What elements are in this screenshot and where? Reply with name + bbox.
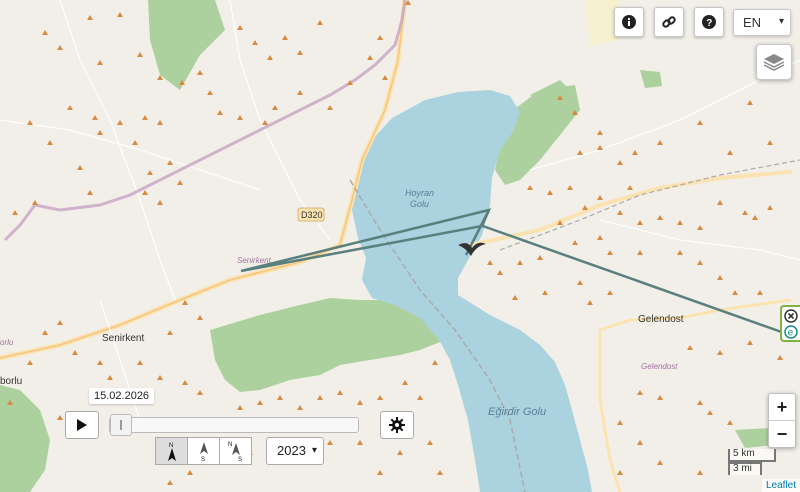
- road-label-d320: D320: [301, 210, 323, 220]
- north-up-button[interactable]: N: [155, 437, 188, 465]
- lake-label-hoyran-2: Golu: [410, 199, 429, 209]
- help-icon: ?: [702, 15, 716, 29]
- svg-text:?: ?: [706, 18, 712, 29]
- info-icon: [622, 15, 636, 29]
- gear-icon: [389, 417, 405, 433]
- svg-text:N: N: [169, 443, 173, 449]
- svg-text:S: S: [201, 457, 205, 462]
- timeline-slider[interactable]: [109, 414, 359, 436]
- link-button[interactable]: [654, 7, 684, 37]
- svg-text:N: N: [228, 442, 232, 448]
- layers-icon: [763, 54, 785, 71]
- north-south-arrow-icon: NS: [228, 442, 242, 462]
- place-label-gelendost: Gelendost: [638, 314, 684, 325]
- date-label: 15.02.2026: [89, 388, 155, 404]
- chevron-down-icon: ▾: [311, 445, 317, 456]
- north-mode-group: N S NS: [155, 437, 252, 465]
- place-label-borlu-1: orlu: [0, 338, 14, 347]
- place-label-borlu-2: borlu: [0, 376, 22, 387]
- year-value: 2023: [277, 443, 306, 458]
- help-button[interactable]: ?: [694, 7, 724, 37]
- zoom-in-button[interactable]: +: [769, 394, 795, 421]
- side-panel-toggle[interactable]: e: [780, 305, 800, 342]
- south-up-button[interactable]: S: [187, 437, 220, 465]
- chevron-down-icon: ▾: [778, 16, 784, 27]
- e-icon[interactable]: e: [784, 325, 798, 339]
- scale-km: 5 km: [728, 449, 776, 462]
- place-label-gelendost-italic: Gelendost: [641, 362, 678, 371]
- close-icon[interactable]: [784, 309, 798, 323]
- north-south-button[interactable]: NS: [219, 437, 252, 465]
- south-arrow-icon: S: [199, 442, 208, 462]
- year-select[interactable]: 2023 ▾: [266, 437, 324, 465]
- settings-button[interactable]: [380, 411, 414, 439]
- place-label-senirkent-italic: Senirkent: [237, 256, 272, 265]
- place-label-senirkent: Senirkent: [102, 333, 144, 344]
- info-button[interactable]: [614, 7, 644, 37]
- language-select[interactable]: EN ▾: [733, 9, 791, 36]
- scale-mi: 3 mi: [728, 462, 762, 475]
- play-button[interactable]: [65, 411, 99, 439]
- svg-text:S: S: [238, 457, 242, 462]
- timeline-slider-thumb[interactable]: [110, 414, 132, 436]
- lake-label-egirdir: Eğirdir Golu: [488, 406, 546, 418]
- play-icon: [77, 419, 87, 431]
- link-icon: [662, 16, 676, 28]
- svg-text:e: e: [788, 328, 794, 339]
- lake-label-hoyran-1: Hoyran: [405, 188, 434, 198]
- zoom-out-button[interactable]: −: [769, 421, 795, 447]
- layers-button[interactable]: [756, 44, 792, 80]
- zoom-control: + −: [768, 393, 796, 448]
- language-value: EN: [743, 15, 762, 30]
- attribution-link[interactable]: Leaflet: [761, 479, 800, 492]
- north-arrow-icon: N: [167, 443, 176, 461]
